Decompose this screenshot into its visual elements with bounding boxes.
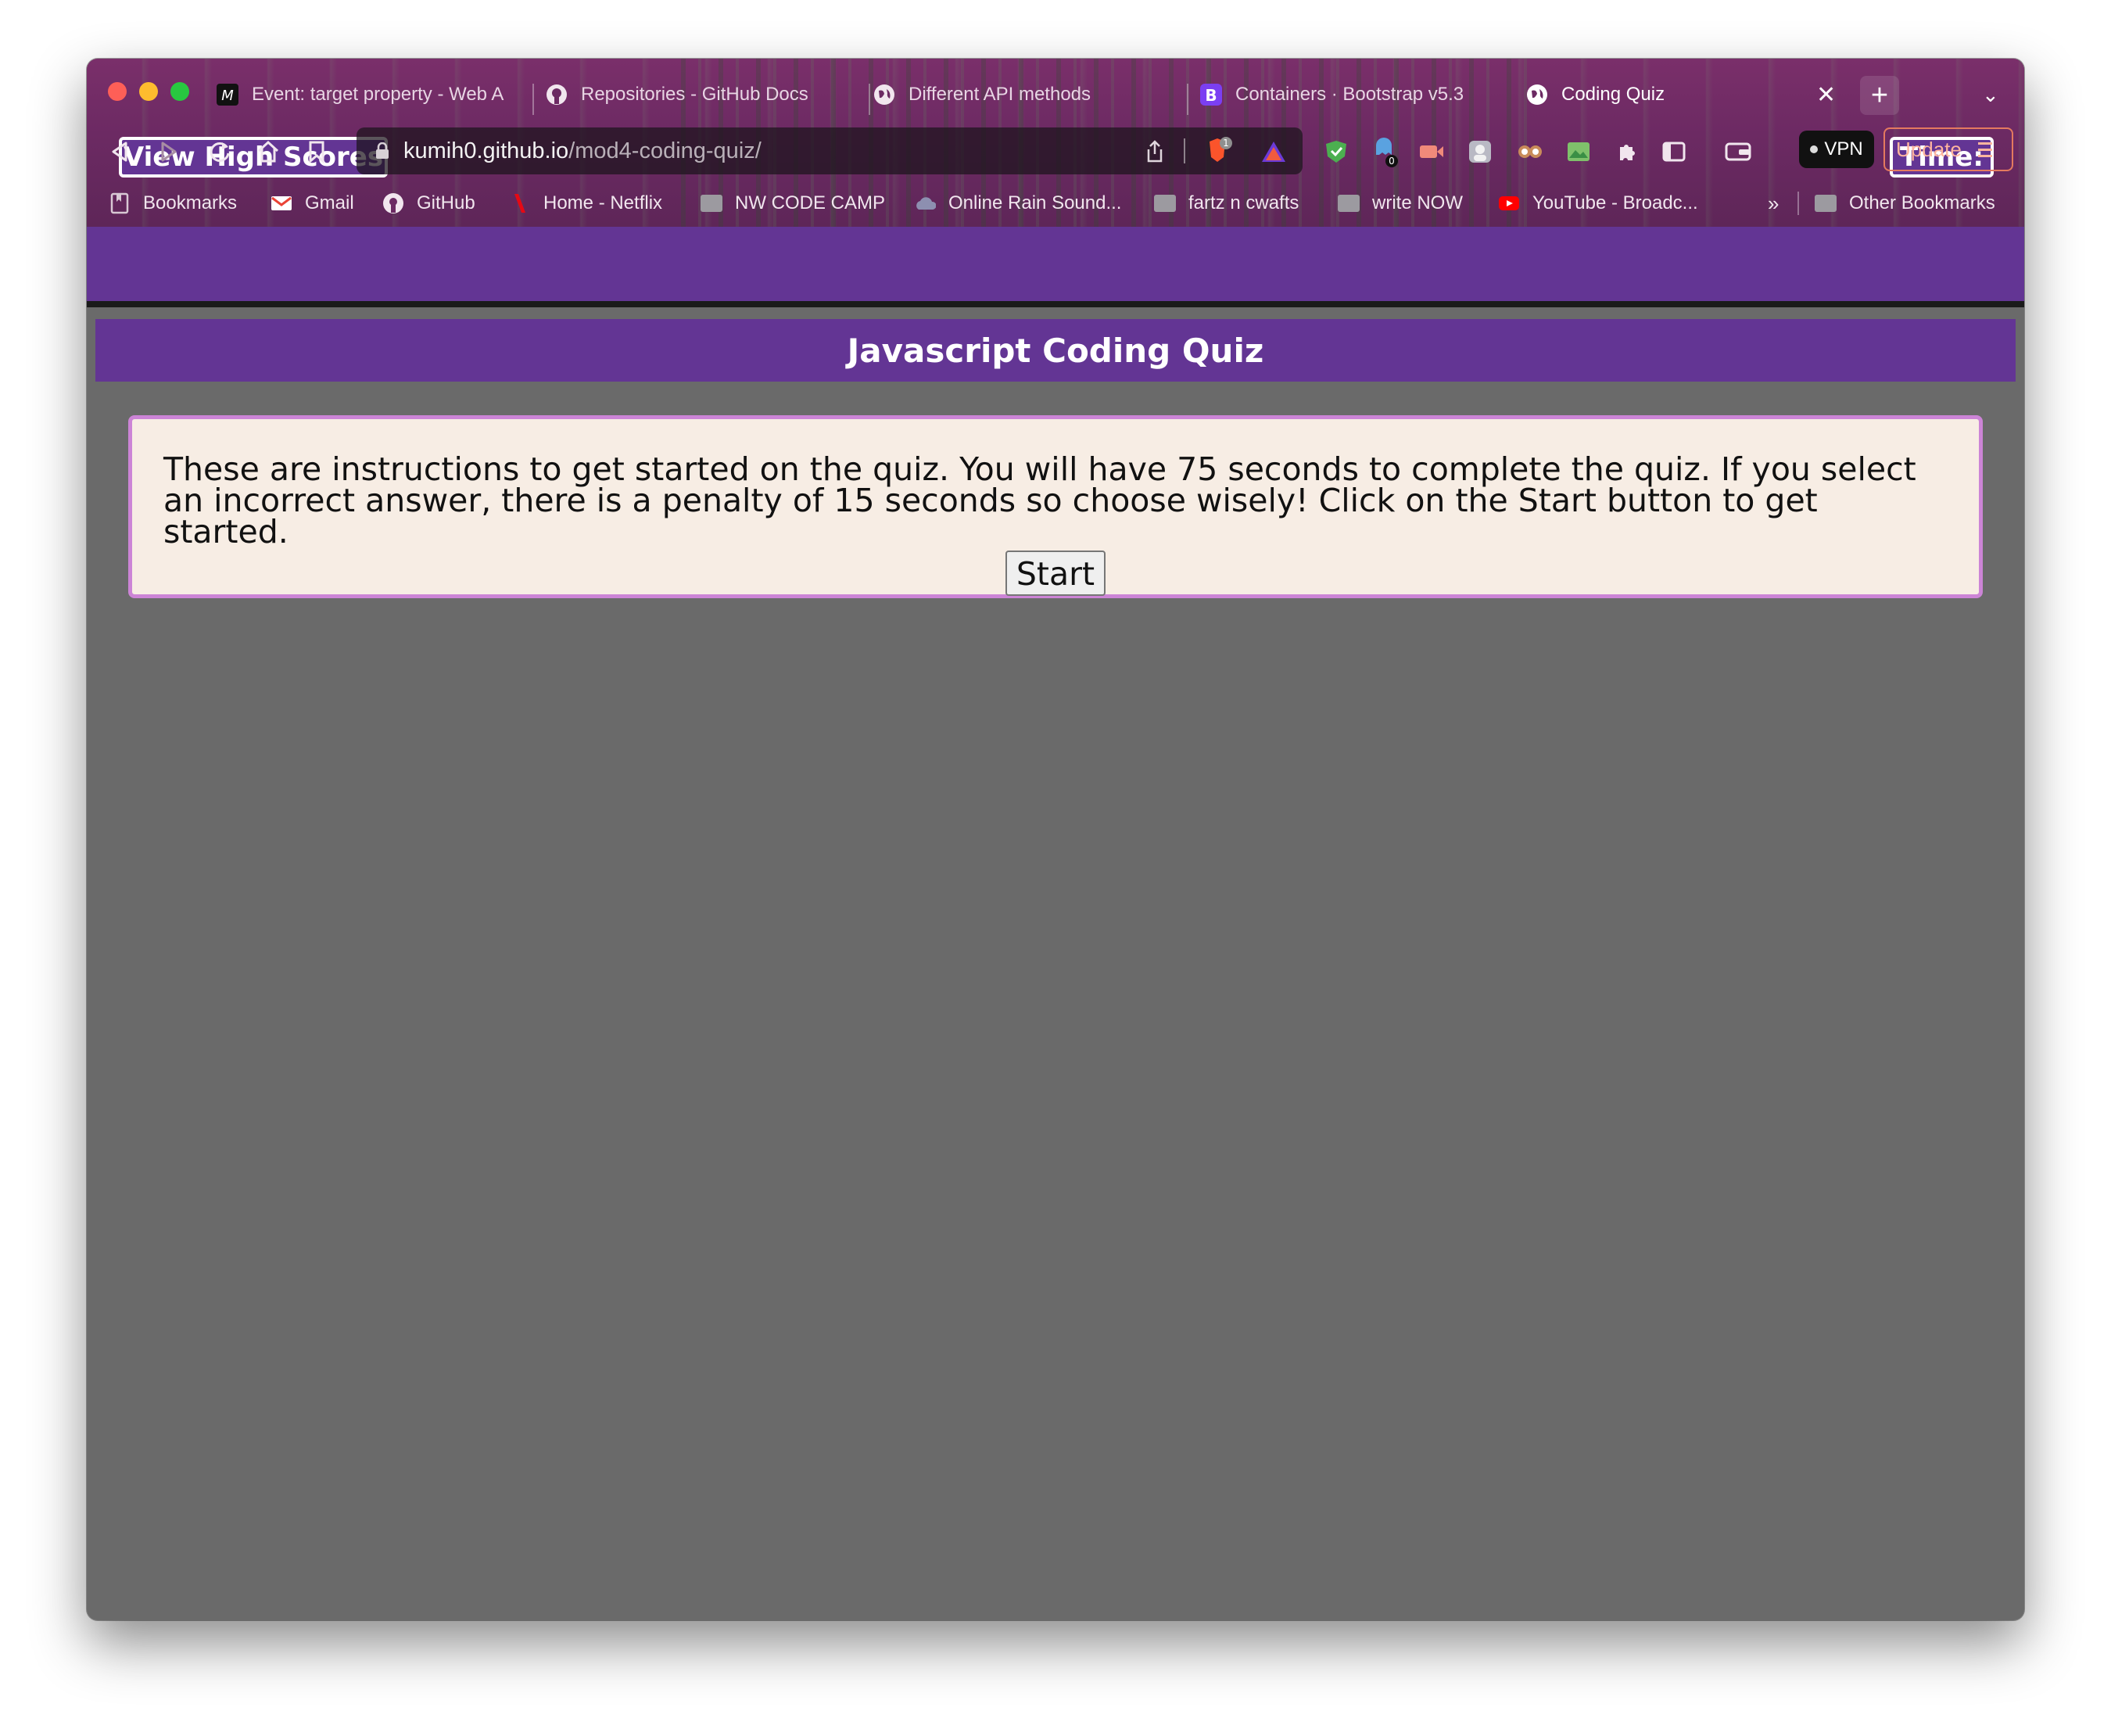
update-label: Update (1896, 137, 1962, 161)
menu-icon (1977, 140, 1993, 159)
folder-icon (1815, 194, 1837, 213)
start-button[interactable]: Start (1005, 551, 1106, 596)
tab-title: Different API methods (909, 84, 1091, 105)
bookmark-item-youtube[interactable]: YouTube - Broadc... (1498, 181, 1698, 226)
youtube-icon (1498, 194, 1520, 213)
github-icon (382, 193, 404, 213)
vpn-status-icon (1810, 145, 1819, 153)
image-extension-icon[interactable] (1563, 124, 1594, 179)
url-host: kumih0.github.io (403, 138, 569, 163)
bookmark-label: Gmail (305, 192, 354, 213)
forward-icon[interactable] (153, 124, 185, 179)
ghostery-icon[interactable]: 0 (1369, 124, 1400, 179)
bookmark-label: Home - Netflix (543, 192, 663, 213)
bookmark-label: NW CODE CAMP (735, 192, 885, 213)
browser-chrome: M Event: target property - Web A Reposit… (87, 59, 2024, 227)
divider (1184, 138, 1185, 163)
close-tab-icon[interactable]: ✕ (1816, 76, 1848, 113)
tab-github-docs[interactable]: Repositories - GitHub Docs (545, 76, 873, 113)
svg-text:B: B (1205, 86, 1217, 105)
instructions-card: These are instructions to get started on… (128, 415, 1983, 598)
bookmarks-bar: Bookmarks Gmail GitHub Home - Netflix NW… (87, 181, 2024, 226)
github-icon (545, 83, 568, 106)
tab-separator (869, 84, 870, 115)
close-window-button[interactable] (108, 82, 127, 101)
bookmarks-icon (109, 192, 131, 214)
bookmark-label: Online Rain Sound... (948, 192, 1122, 213)
bookmark-item-other-bookmarks[interactable]: Other Bookmarks (1815, 181, 1995, 226)
page-title: Javascript Coding Quiz (95, 319, 2016, 382)
adblock-shield-icon[interactable] (1321, 124, 1352, 179)
maximize-window-button[interactable] (170, 82, 189, 101)
folder-icon (1338, 194, 1360, 213)
shield-count: 1 (1223, 138, 1229, 149)
bookmark-item-github[interactable]: GitHub (382, 181, 475, 226)
mdn-icon: M (216, 83, 239, 106)
globe-icon (1525, 83, 1549, 106)
divider (1797, 192, 1799, 215)
svg-text:M: M (221, 88, 234, 104)
folder-icon (1154, 194, 1176, 213)
bookmark-item-netflix[interactable]: Home - Netflix (509, 181, 662, 226)
gmail-icon (271, 194, 292, 213)
bookmark-item-bookmarks[interactable]: Bookmarks (109, 181, 237, 226)
tab-api-methods[interactable]: Different API methods (873, 76, 1201, 113)
tab-title: Event: target property - Web A (252, 84, 504, 105)
browser-toolbar: kumih0.github.io/mod4-coding-quiz/ 1 0 V… (87, 124, 2024, 179)
vpn-label: VPN (1824, 138, 1863, 160)
bookmark-icon[interactable] (301, 124, 332, 179)
bookmark-label: GitHub (417, 192, 475, 213)
bookmark-item-write-now[interactable]: write NOW (1338, 181, 1463, 226)
sidebar-icon[interactable] (1658, 124, 1690, 179)
home-icon[interactable] (253, 124, 284, 179)
profile-extension-icon[interactable] (1464, 124, 1496, 179)
reload-icon[interactable] (204, 124, 235, 179)
bookmark-item-rain-sound[interactable]: Online Rain Sound... (914, 181, 1121, 226)
quiz-header-bar (87, 227, 2024, 307)
netflix-icon (509, 194, 531, 213)
cloud-icon (914, 194, 936, 213)
screencast-icon[interactable] (1416, 124, 1447, 179)
bookmark-item-nw-code-camp[interactable]: NW CODE CAMP (701, 181, 885, 226)
url-path: /mod4-coding-quiz/ (568, 138, 762, 163)
owl-extension-icon[interactable] (1514, 124, 1546, 179)
wallet-icon[interactable] (1721, 124, 1755, 179)
tab-title: Coding Quiz (1561, 84, 1665, 105)
globe-icon (873, 83, 896, 106)
folder-icon (701, 194, 722, 213)
extension-badge: 0 (1389, 156, 1395, 167)
tab-title: Containers · Bootstrap v5.3 (1235, 84, 1464, 105)
bookmark-label: Bookmarks (143, 192, 238, 213)
update-button[interactable]: Update (1883, 127, 2013, 171)
lock-icon (375, 142, 389, 160)
bookmark-label: YouTube - Broadc... (1532, 192, 1698, 213)
bookmark-label: fartz n cwafts (1188, 192, 1299, 213)
instructions-text: These are instructions to get started on… (163, 450, 1916, 551)
new-tab-icon[interactable]: + (1860, 76, 1899, 115)
bookmark-item-fartz-n-cwafts[interactable]: fartz n cwafts (1154, 181, 1299, 226)
tab-separator (1187, 84, 1188, 115)
bookmarks-overflow-button[interactable]: » (1768, 181, 1779, 226)
browser-window: M Event: target property - Web A Reposit… (87, 59, 2024, 1620)
tab-bootstrap[interactable]: B Containers · Bootstrap v5.3 (1199, 76, 1528, 113)
chevron-down-icon[interactable]: ⌄ (1982, 76, 2013, 113)
tab-separator (532, 84, 534, 115)
brave-shields-icon[interactable]: 1 (1205, 124, 1236, 179)
bookmark-label: write NOW (1372, 192, 1463, 213)
address-bar[interactable]: kumih0.github.io/mod4-coding-quiz/ (357, 127, 1303, 174)
overflow-label: » (1768, 191, 1779, 215)
extensions-icon[interactable] (1611, 124, 1643, 179)
vpn-button[interactable]: VPN (1799, 131, 1874, 168)
back-icon[interactable] (104, 124, 135, 179)
minimize-window-button[interactable] (139, 82, 158, 101)
tab-coding-quiz[interactable]: Coding Quiz (1525, 76, 1854, 113)
brave-rewards-icon[interactable] (1258, 124, 1289, 179)
bootstrap-icon: B (1199, 83, 1223, 106)
share-icon[interactable] (1145, 140, 1165, 163)
bookmark-label: Other Bookmarks (1849, 192, 1995, 213)
bookmark-item-gmail[interactable]: Gmail (271, 181, 354, 226)
tab-title: Repositories - GitHub Docs (581, 84, 808, 105)
